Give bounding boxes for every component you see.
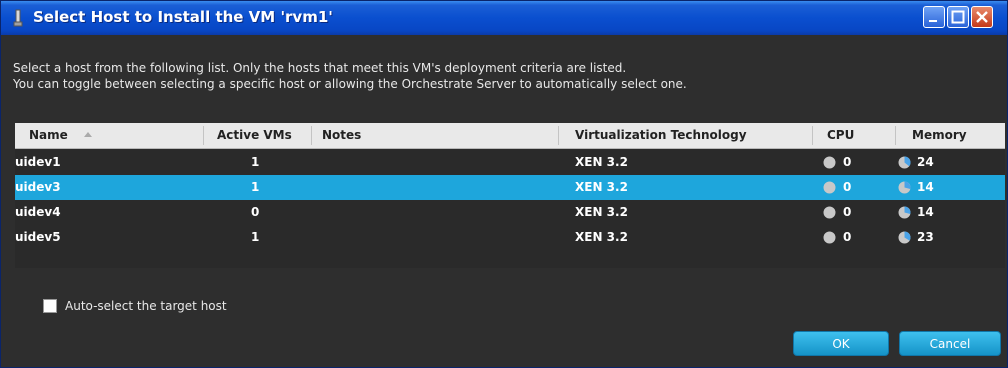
column-header-memory[interactable]: Memory <box>912 128 967 142</box>
table-row[interactable]: uidev4 0 XEN 3.2 0 14 <box>15 200 1005 225</box>
column-header-virtualization[interactable]: Virtualization Technology <box>575 128 747 142</box>
virtualization-technology: XEN 3.2 <box>575 180 628 194</box>
active-vms: 1 <box>251 230 260 244</box>
maximize-icon <box>951 10 965 24</box>
memory-value: 14 <box>917 180 934 194</box>
column-header-cpu[interactable]: CPU <box>827 128 854 142</box>
cpu-value: 0 <box>843 155 852 169</box>
instructions: Select a host from the following list. O… <box>13 60 687 92</box>
minimize-button[interactable] <box>923 6 945 28</box>
column-header-name[interactable]: Name <box>29 128 94 142</box>
auto-select-checkbox[interactable] <box>43 299 57 313</box>
host-name: uidev3 <box>15 180 61 194</box>
sort-ascending-icon <box>83 132 92 137</box>
cancel-button[interactable]: Cancel <box>899 331 1001 356</box>
cpu-value: 0 <box>843 205 852 219</box>
table-row-selected[interactable]: uidev3 1 XEN 3.2 0 14 <box>15 175 1005 200</box>
memory-value: 14 <box>917 205 934 219</box>
virtualization-technology: XEN 3.2 <box>575 230 628 244</box>
column-header-active-vms[interactable]: Active VMs <box>217 128 292 142</box>
memory-pie-icon <box>898 181 911 194</box>
cpu-pie-icon <box>823 156 836 169</box>
active-vms: 1 <box>251 155 260 169</box>
close-button[interactable] <box>971 6 993 28</box>
dialog-window: Select Host to Install the VM 'rvm1' Sel… <box>0 0 1008 368</box>
memory-pie-icon <box>898 156 911 169</box>
window-title: Select Host to Install the VM 'rvm1' <box>33 8 333 26</box>
memory-pie-icon <box>898 231 911 244</box>
ok-button[interactable]: OK <box>793 331 889 356</box>
host-name: uidev1 <box>15 155 61 169</box>
auto-select-label: Auto-select the target host <box>65 299 227 313</box>
memory-pie-icon <box>898 206 911 219</box>
instructions-line-1: Select a host from the following list. O… <box>13 61 627 75</box>
column-header-notes[interactable]: Notes <box>322 128 361 142</box>
maximize-button[interactable] <box>947 6 969 28</box>
host-name: uidev4 <box>15 205 61 219</box>
close-icon <box>976 11 988 23</box>
cpu-pie-icon <box>823 206 836 219</box>
active-vms: 1 <box>251 180 260 194</box>
host-name: uidev5 <box>15 230 61 244</box>
cpu-value: 0 <box>843 230 852 244</box>
cpu-pie-icon <box>823 181 836 194</box>
instructions-line-2: You can toggle between selecting a speci… <box>13 77 687 91</box>
memory-value: 24 <box>917 155 934 169</box>
minimize-icon <box>929 20 937 22</box>
virtualization-technology: XEN 3.2 <box>575 155 628 169</box>
table-row[interactable]: uidev5 1 XEN 3.2 0 23 <box>15 225 1005 250</box>
active-vms: 0 <box>251 205 260 219</box>
cpu-pie-icon <box>823 231 836 244</box>
table-row[interactable]: uidev1 1 XEN 3.2 0 24 <box>15 150 1005 175</box>
virtualization-technology: XEN 3.2 <box>575 205 628 219</box>
memory-value: 23 <box>917 230 934 244</box>
title-bar[interactable]: Select Host to Install the VM 'rvm1' <box>1 1 1007 35</box>
host-table: Name Active VMs Notes Virtualization Tec… <box>15 123 1005 268</box>
cpu-value: 0 <box>843 180 852 194</box>
gear-icon <box>13 9 23 27</box>
table-header: Name Active VMs Notes Virtualization Tec… <box>15 123 1005 149</box>
